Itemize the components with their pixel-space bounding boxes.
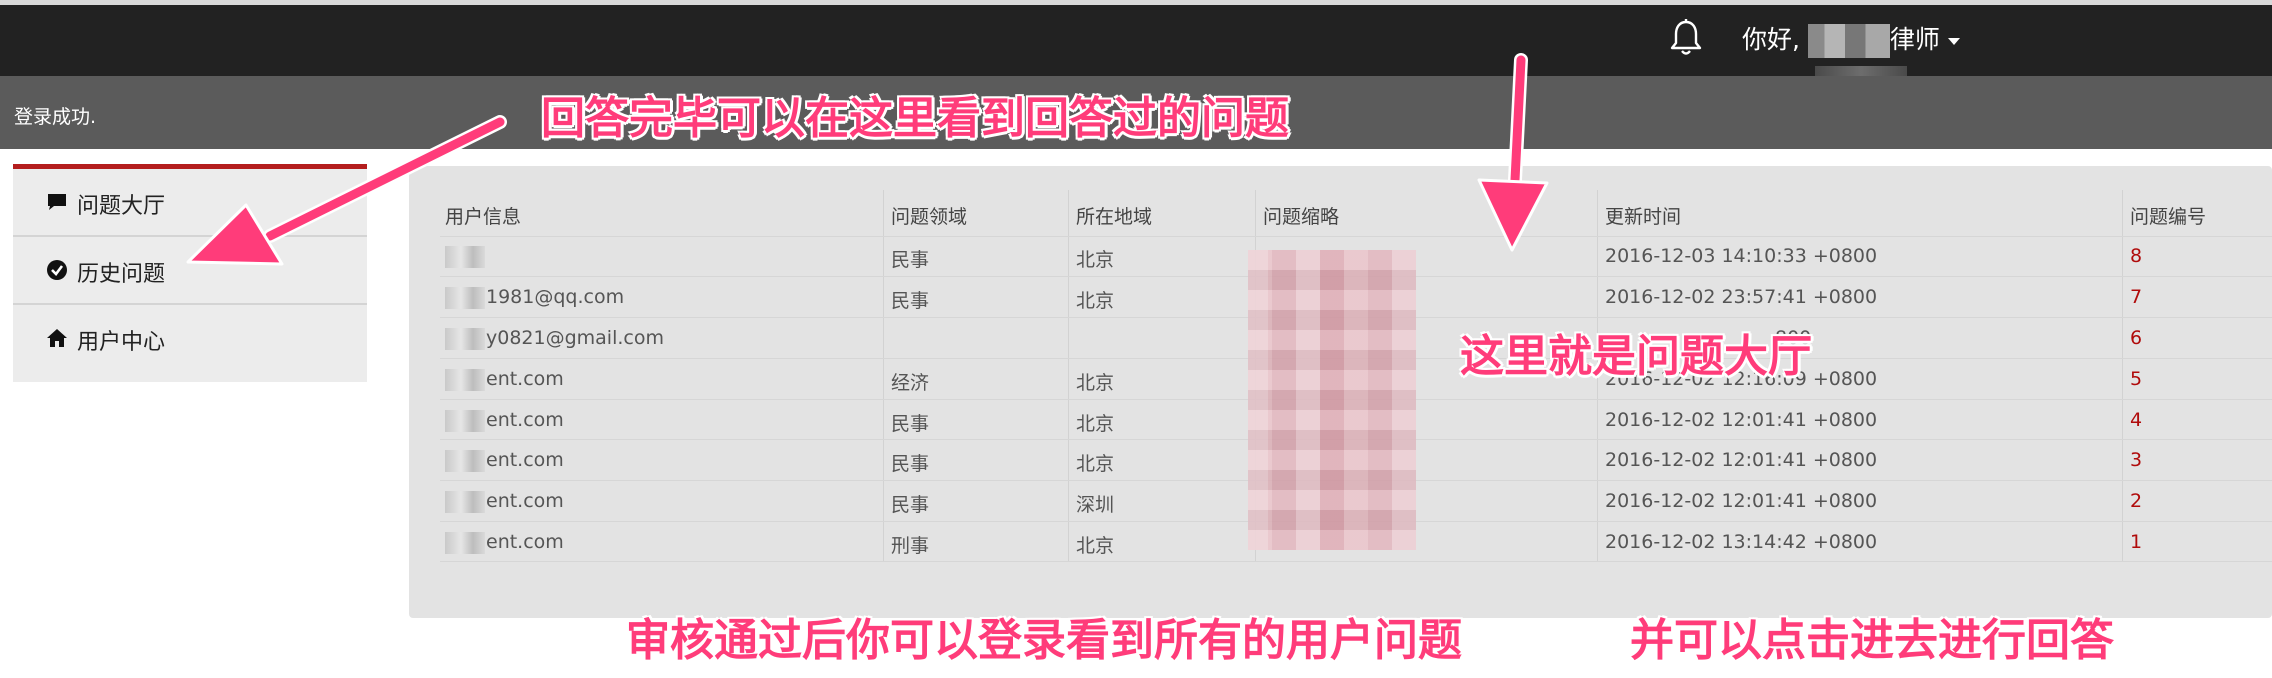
arrow-to-history-icon (186, 115, 507, 266)
annotation-bottom-left: 审核通过后你可以登录看到所有的用户问题 (626, 615, 1462, 666)
annotation-top: 回答完毕可以在这里看到回答过的问题 (541, 93, 1289, 144)
annotation-middle: 这里就是问题大厅 (1460, 331, 1812, 382)
arrow-to-hall-icon (1477, 53, 1549, 252)
annotation-bottom-right: 并可以点击进去进行回答 (1630, 615, 2114, 666)
